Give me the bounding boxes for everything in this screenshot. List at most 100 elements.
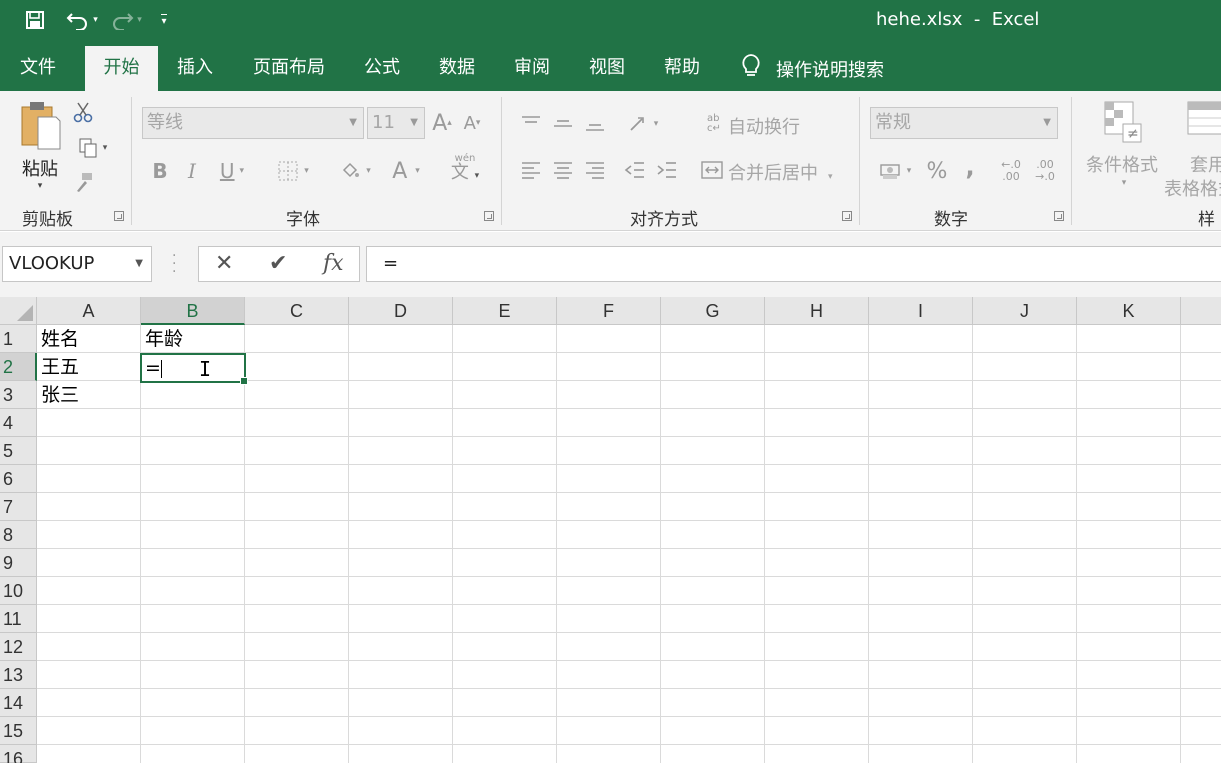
align-bottom-icon	[582, 111, 608, 137]
cell-b1[interactable]: 年龄	[141, 325, 244, 353]
accounting-format-icon: ▾	[872, 157, 918, 185]
number-launcher-icon[interactable]	[1054, 211, 1064, 221]
row-header[interactable]: 10	[0, 577, 37, 605]
increase-font-size-icon: A ▴	[432, 110, 452, 136]
font-group-label: 字体	[286, 210, 320, 230]
tab-file[interactable]: 文件	[6, 46, 70, 91]
column-header[interactable]: H	[765, 297, 869, 325]
formula-bar: VLOOKUP ▼ · · · ✕ ✔ fx =	[0, 232, 1221, 297]
font-launcher-icon[interactable]	[484, 211, 494, 221]
cut-icon[interactable]	[70, 99, 96, 125]
row-header[interactable]: 2	[0, 353, 37, 381]
chevron-down-icon[interactable]: ▼	[135, 247, 143, 281]
row-header[interactable]: 4	[0, 409, 37, 437]
align-center-icon	[550, 157, 576, 183]
row-header[interactable]: 3	[0, 381, 37, 409]
redo-dropdown-icon: ▾	[137, 15, 142, 25]
chevron-down-icon: ▼	[349, 117, 357, 128]
column-header[interactable]: D	[349, 297, 453, 325]
column-header[interactable]: C	[245, 297, 349, 325]
format-painter-icon[interactable]	[70, 169, 98, 195]
wrap-text-button: 自动换行	[728, 117, 800, 138]
tab-page-layout[interactable]: 页面布局	[243, 46, 335, 91]
number-format-combo[interactable]: 常规 ▼	[870, 107, 1058, 139]
ribbon-tabs: 文件 开始 插入 页面布局 公式 数据 审阅 视图 帮助 操作说明搜索	[0, 46, 1221, 91]
alignment-group-label: 对齐方式	[630, 210, 698, 230]
customize-qat-icon[interactable]: ▾	[154, 7, 174, 33]
tab-data[interactable]: 数据	[426, 46, 488, 91]
tab-view[interactable]: 视图	[576, 46, 638, 91]
cell-a1[interactable]: 姓名	[37, 325, 140, 353]
cancel-icon[interactable]: ✕	[215, 251, 233, 276]
font-name-combo[interactable]: 等线 ▼	[142, 107, 364, 139]
save-icon[interactable]	[22, 7, 48, 33]
merge-center-button: 合并后居中 ▾	[728, 163, 833, 184]
fill-color-icon: ▾	[332, 157, 378, 185]
column-header[interactable]	[1181, 297, 1221, 325]
column-header[interactable]: E	[453, 297, 557, 325]
table-format-icon	[1186, 99, 1221, 145]
row-header[interactable]: 8	[0, 521, 37, 549]
gridline	[37, 520, 1221, 521]
redo-icon: ▾	[108, 7, 144, 33]
cell-b2[interactable]: =	[141, 354, 161, 382]
row-header[interactable]: 6	[0, 465, 37, 493]
cell-a3[interactable]: 张三	[37, 381, 140, 409]
column-header[interactable]: G	[661, 297, 765, 325]
tab-review[interactable]: 审阅	[501, 46, 563, 91]
gridline	[348, 325, 349, 763]
font-color-button: A ▾	[392, 158, 420, 184]
column-header[interactable]: J	[973, 297, 1077, 325]
row-header[interactable]: 14	[0, 689, 37, 717]
clipboard-launcher-icon[interactable]	[114, 211, 124, 221]
row-header[interactable]: 16	[0, 745, 37, 763]
gridline	[140, 325, 141, 763]
column-header[interactable]: F	[557, 297, 661, 325]
row-header[interactable]: 11	[0, 605, 37, 633]
row-header[interactable]: 9	[0, 549, 37, 577]
alignment-launcher-icon[interactable]	[842, 211, 852, 221]
tab-insert[interactable]: 插入	[162, 46, 228, 91]
tell-me-label: 操作说明搜索	[776, 59, 884, 81]
column-header[interactable]: K	[1077, 297, 1181, 325]
undo-icon[interactable]: ▾	[64, 7, 100, 33]
formula-input[interactable]: =	[366, 246, 1221, 282]
row-header[interactable]: 1	[0, 325, 37, 353]
row-header[interactable]: 15	[0, 717, 37, 745]
number-group-label: 数字	[934, 210, 968, 230]
tab-home[interactable]: 开始	[85, 46, 158, 91]
increase-indent-icon	[654, 157, 680, 183]
paste-button[interactable]: 粘贴 ▾	[14, 99, 66, 199]
cell-a2[interactable]: 王五	[37, 353, 140, 381]
formula-buttons: ✕ ✔ fx	[198, 246, 360, 282]
row-header[interactable]: 5	[0, 437, 37, 465]
table-format-button-line1: 套用	[1190, 155, 1221, 176]
increase-decimal-icon: ←.0.00	[1001, 158, 1021, 183]
tab-help[interactable]: 帮助	[651, 46, 713, 91]
column-header[interactable]: I	[869, 297, 973, 325]
lightbulb-icon	[740, 53, 762, 84]
copy-icon[interactable]: ▾	[70, 135, 114, 161]
quick-access-toolbar: ▾ ▾ ▾	[22, 7, 174, 33]
gridline	[37, 464, 1221, 465]
resize-handle-icon[interactable]: · · ·	[172, 249, 176, 279]
gridline	[556, 325, 557, 763]
row-header[interactable]: 12	[0, 633, 37, 661]
enter-icon[interactable]: ✔	[269, 251, 287, 276]
chevron-down-icon: ▼	[1043, 117, 1051, 128]
column-header[interactable]: A	[37, 297, 141, 325]
row-header[interactable]: 13	[0, 661, 37, 689]
select-all-button[interactable]	[0, 297, 37, 325]
group-separator	[131, 97, 132, 225]
insert-function-icon[interactable]: fx	[323, 251, 344, 276]
tell-me-search[interactable]: 操作说明搜索	[740, 46, 884, 91]
name-box[interactable]: VLOOKUP ▼	[2, 246, 152, 282]
column-header[interactable]: B	[141, 297, 245, 325]
row-header[interactable]: 7	[0, 493, 37, 521]
undo-dropdown-icon[interactable]: ▾	[93, 15, 98, 25]
font-size-combo[interactable]: 11 ▼	[367, 107, 425, 139]
gridline	[764, 325, 765, 763]
tab-formulas[interactable]: 公式	[351, 46, 413, 91]
gridline	[37, 604, 1221, 605]
italic-button: I	[188, 159, 196, 183]
